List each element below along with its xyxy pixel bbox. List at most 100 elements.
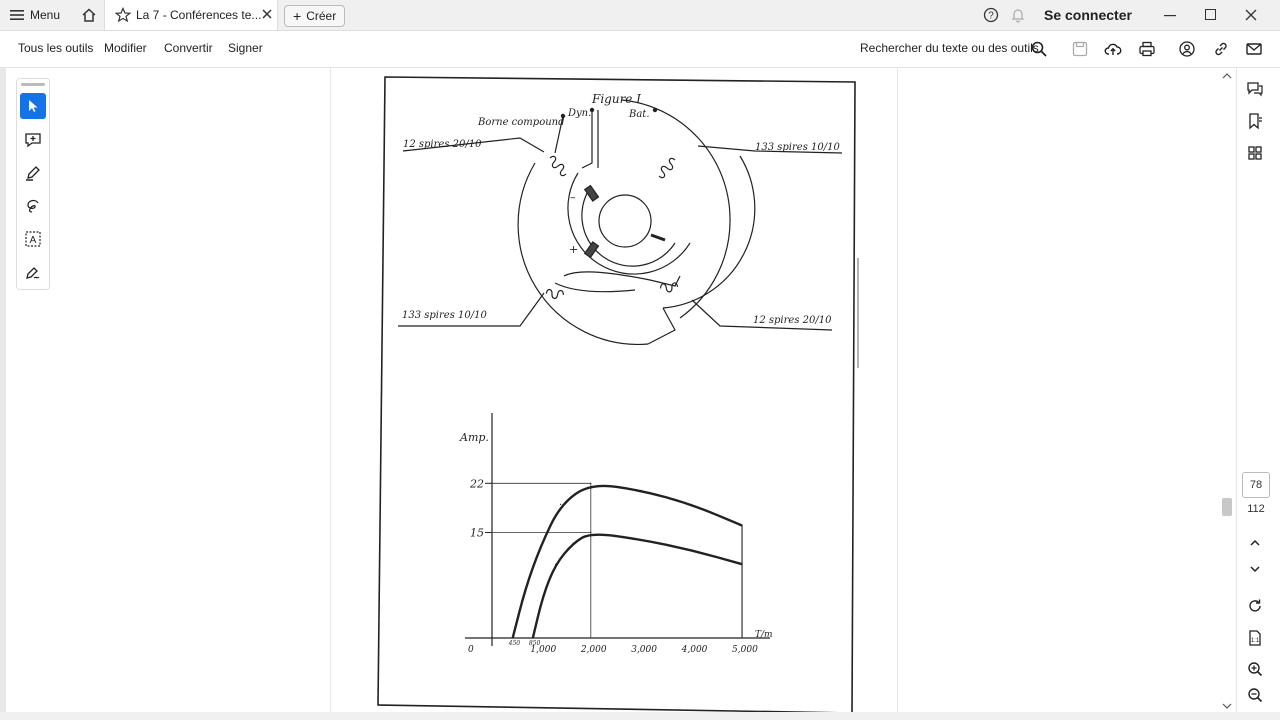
help-button[interactable]: ?: [983, 0, 999, 30]
thumbnails-icon[interactable]: [1246, 144, 1264, 162]
text-tool[interactable]: A: [20, 226, 46, 252]
close-window-button[interactable]: [1245, 0, 1257, 30]
bat-label: Bat.: [628, 109, 650, 120]
sign-link[interactable]: Signer: [228, 41, 263, 55]
pdf-page: Figure I Dyn. Bat. Borne compound 12 spi…: [377, 76, 859, 714]
home-button[interactable]: [78, 0, 100, 30]
quick-tools-panel: A: [16, 78, 50, 290]
search-icon[interactable]: [1030, 40, 1048, 58]
rotate-icon[interactable]: [1246, 597, 1264, 615]
highlight-tool[interactable]: [20, 160, 46, 186]
figure-title: Figure I: [591, 92, 641, 106]
bell-icon: [1011, 9, 1025, 23]
right-rail: 78 112 1:1: [1236, 68, 1280, 720]
series-1-point: [559, 503, 562, 506]
x-tick-label: 5,000: [732, 645, 758, 655]
series-1-point: [691, 503, 693, 506]
current-page-input[interactable]: 78: [1242, 472, 1270, 498]
title-bar: Menu La 7 - Conférences te... + Créer ? …: [0, 0, 1280, 31]
chevron-up-icon[interactable]: [1246, 534, 1264, 552]
maximize-button[interactable]: [1205, 0, 1217, 30]
text-box-icon: A: [25, 231, 41, 247]
svg-text:?: ?: [988, 11, 994, 22]
series-2-point: [572, 542, 574, 544]
email-icon[interactable]: [1245, 40, 1263, 58]
series-1-point: [524, 588, 526, 590]
maximize-icon: [1205, 9, 1216, 20]
signin-button[interactable]: Se connecter: [1044, 0, 1132, 30]
tab-title: La 7 - Conférences te...: [136, 8, 262, 22]
scroll-up-icon[interactable]: [1222, 72, 1232, 80]
all-tools-link[interactable]: Tous les outils: [18, 41, 93, 55]
print-icon[interactable]: [1138, 40, 1156, 58]
bookmark-icon[interactable]: [1246, 112, 1264, 130]
bottom-edge: [0, 712, 1280, 720]
series-2-point: [590, 531, 592, 534]
signature-pen-icon: [26, 267, 40, 279]
sign-tool[interactable]: [20, 260, 46, 286]
minimize-button[interactable]: [1164, 0, 1176, 30]
comments-icon[interactable]: [1246, 80, 1264, 98]
borne-compound-label: Borne compound: [477, 117, 565, 128]
edit-link[interactable]: Modifier: [104, 41, 147, 55]
series-2-point: [691, 549, 693, 551]
highlighter-icon: [26, 166, 40, 181]
zoom-in-icon[interactable]: [1246, 660, 1264, 678]
series-1-point: [539, 545, 542, 548]
main-toolbar: Tous les outils Modifier Convertir Signe…: [0, 31, 1280, 68]
cloud-upload-icon[interactable]: [1104, 40, 1122, 58]
convert-link[interactable]: Convertir: [164, 41, 213, 55]
menu-button[interactable]: Menu: [10, 0, 60, 30]
plus-sign: +: [569, 243, 578, 256]
x-tick-label: 1,000: [530, 645, 556, 655]
series-2-point: [532, 637, 534, 639]
series-line-2: [531, 533, 743, 639]
document-tab[interactable]: La 7 - Conférences te...: [104, 0, 278, 30]
series-1-point: [640, 489, 642, 491]
scroll-down-icon[interactable]: [1222, 702, 1232, 710]
fit-page-icon[interactable]: 1:1: [1246, 629, 1264, 647]
series-1-point: [590, 482, 592, 484]
series-2-point: [741, 563, 743, 565]
menu-label: Menu: [30, 8, 61, 22]
star-icon[interactable]: [115, 7, 131, 23]
close-tab-icon[interactable]: [260, 7, 274, 21]
series-2-point: [640, 538, 642, 541]
y-tick-label: 15: [470, 527, 484, 540]
x-tick-label: 450: [508, 640, 521, 647]
minimize-icon: [1164, 15, 1176, 17]
comment-tool[interactable]: [20, 127, 46, 153]
x-tick-label: 0: [468, 645, 474, 655]
series-2-point: [554, 563, 557, 565]
create-button[interactable]: + Créer: [284, 5, 346, 27]
vertical-scrollbar[interactable]: [1219, 68, 1235, 720]
x-tick-label: 3,000: [631, 645, 657, 655]
x-tick-label: 4,000: [681, 645, 708, 655]
y-tick-label: 22: [469, 477, 484, 490]
chevron-down-icon[interactable]: [1246, 560, 1264, 578]
y-axis-label: Amp.: [459, 431, 489, 444]
notifications-button[interactable]: [1010, 0, 1026, 30]
dynamo-diagram: [398, 99, 843, 346]
search-label[interactable]: Rechercher du texte ou des outils: [860, 41, 1039, 55]
select-tool[interactable]: [20, 93, 46, 119]
window-left-edge: [0, 20, 6, 720]
coil-label-bottom-right: 12 spires 20/10: [753, 315, 832, 326]
svg-text:1:1: 1:1: [1251, 638, 1260, 644]
chart: Amp.T/m15220450 8501,000 2,000 3,000 4,000 5,…: [459, 413, 773, 655]
plus-icon: +: [293, 8, 302, 24]
link-icon[interactable]: [1212, 40, 1230, 58]
save-icon[interactable]: [1071, 40, 1089, 58]
create-label: Créer: [306, 9, 337, 23]
scroll-thumb[interactable]: [1222, 498, 1232, 516]
draw-tool[interactable]: [20, 193, 46, 219]
panel-grip[interactable]: [21, 83, 45, 86]
zoom-out-icon[interactable]: [1246, 686, 1264, 704]
help-icon: ?: [983, 7, 999, 23]
svg-text:A: A: [30, 235, 37, 246]
freehand-icon: [27, 199, 39, 213]
coil-label-bottom-left: 133 spires 10/10: [402, 310, 487, 321]
share-user-icon[interactable]: [1178, 40, 1196, 58]
series-1-point: [512, 637, 514, 639]
add-comment-icon: [25, 133, 41, 148]
